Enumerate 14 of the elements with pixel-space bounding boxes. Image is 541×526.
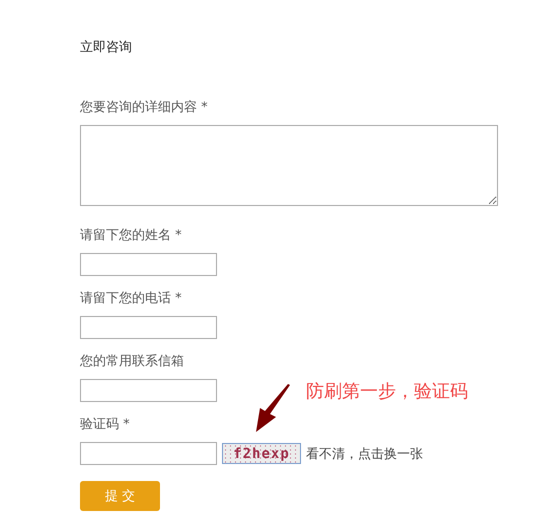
input-field[interactable] [80,379,217,402]
field-label: 您要咨询的详细内容 * [80,99,209,117]
message-textarea[interactable] [80,125,498,206]
field-label: 请留下您的电话 * [80,290,183,308]
field-label: 请留下您的姓名 * [80,227,183,245]
field-label: 您的常用联系信箱 [80,353,185,371]
refresh-captcha-link[interactable]: 看不清，点击换一张 [306,444,423,462]
input-field[interactable] [80,253,217,276]
captcha-image[interactable]: f2hexp [222,443,301,464]
form-title: 立即咨询 [80,39,133,57]
field-label: 验证码 * [80,416,131,434]
captcha-input[interactable] [80,442,217,465]
input-field[interactable] [80,316,217,339]
annotation-text: 防刷第一步，验证码 [306,380,468,403]
